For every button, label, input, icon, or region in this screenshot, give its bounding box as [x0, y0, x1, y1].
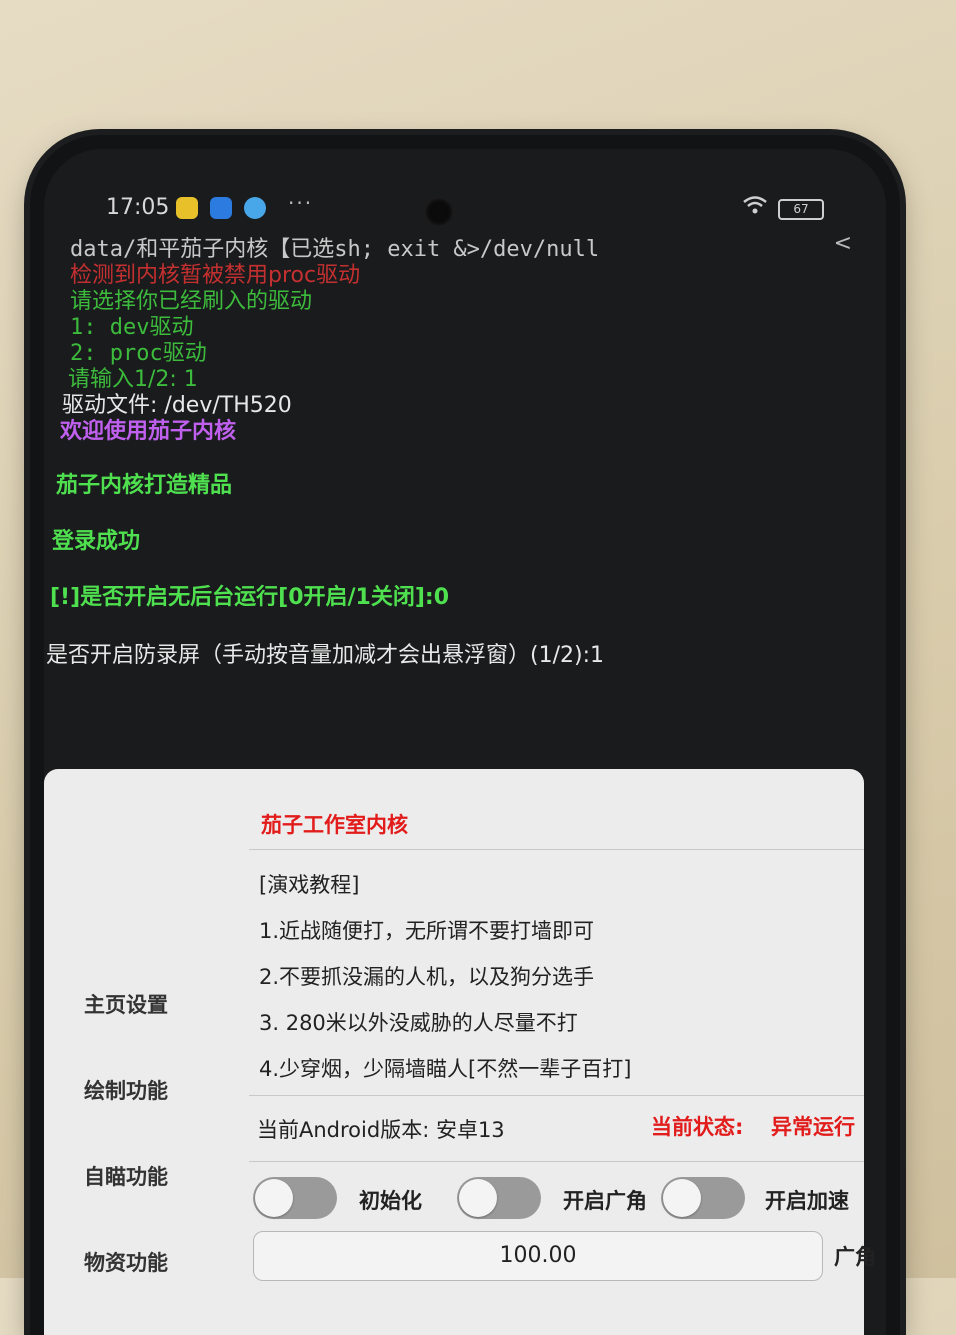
phone-screen: 17:05 ··· 67 data/和平茄子内核【已选sh; exit &>/d… [44, 149, 886, 1335]
sidebar-item-aim[interactable]: 自瞄功能 [84, 1161, 168, 1191]
notification-app-icon [210, 197, 232, 219]
wide-angle-toggle-label: 开启广角 [563, 1189, 647, 1213]
tutorial-line: 4.少穿烟，少隔墙瞄人[不然一辈子百打] [259, 1057, 632, 1081]
status-bar: 17:05 ··· 67 [44, 189, 886, 229]
panel-sidebar: 主页设置 绘制功能 自瞄功能 物资功能 [44, 769, 249, 1335]
phone-frame: 17:05 ··· 67 data/和平茄子内核【已选sh; exit &>/d… [30, 135, 900, 1335]
wifi-icon [742, 195, 768, 220]
speed-toggle-label: 开启加速 [765, 1189, 849, 1213]
notification-app-icon [176, 197, 198, 219]
tutorial-heading: [演戏教程] [259, 873, 360, 897]
android-version-text: 当前Android版本: 安卓13 [257, 1118, 505, 1142]
terminal-login-status: 登录成功 [52, 529, 141, 554]
toggle-knob [255, 1179, 293, 1217]
divider [249, 1161, 864, 1162]
battery-icon: 67 [778, 199, 824, 220]
init-toggle[interactable] [253, 1177, 337, 1219]
floating-menu-panel: 主页设置 绘制功能 自瞄功能 物资功能 茄子工作室内核 [演戏教程] 1.近战随… [44, 769, 876, 1335]
sidebar-item-draw[interactable]: 绘制功能 [84, 1075, 168, 1105]
toggle-knob [663, 1179, 701, 1217]
sidebar-item-supplies[interactable]: 物资功能 [84, 1247, 168, 1277]
status-time: 17:05 [106, 195, 170, 220]
init-toggle-label: 初始化 [359, 1189, 422, 1213]
fov-value-input[interactable]: 100.00 [253, 1231, 823, 1281]
toggle-knob [459, 1179, 497, 1217]
back-arrow-icon[interactable]: < [834, 231, 852, 256]
tutorial-line: 1.近战随便打，无所谓不要打墙即可 [259, 919, 595, 943]
tutorial-line: 2.不要抓没漏的人机，以及狗分选手 [259, 965, 595, 989]
terminal-welcome: 欢迎使用茄子内核 [60, 419, 237, 444]
front-camera [424, 197, 454, 227]
state-value: 异常运行 [771, 1115, 855, 1139]
wide-angle-toggle[interactable] [457, 1177, 541, 1219]
terminal-line: [!]是否开启无后台运行[0开启/1关闭]:0 [50, 585, 450, 610]
fov-label: 广角 [834, 1245, 876, 1269]
more-notifications-icon: ··· [288, 191, 314, 215]
notification-app-icon [244, 197, 266, 219]
sidebar-item-home-settings[interactable]: 主页设置 [84, 989, 168, 1019]
panel-content: 茄子工作室内核 [演戏教程] 1.近战随便打，无所谓不要打墙即可 2.不要抓没漏… [249, 769, 876, 1335]
divider [249, 1095, 864, 1096]
state-label: 当前状态: [651, 1115, 744, 1139]
tutorial-line: 3. 280米以外没威胁的人尽量不打 [259, 1011, 578, 1035]
panel-title: 茄子工作室内核 [261, 813, 408, 837]
terminal-line: 是否开启防录屏（手动按音量加减才会出悬浮窗）(1/2):1 [46, 643, 604, 668]
divider [249, 849, 864, 850]
terminal-slogan: 茄子内核打造精品 [56, 473, 233, 498]
speed-toggle[interactable] [661, 1177, 745, 1219]
